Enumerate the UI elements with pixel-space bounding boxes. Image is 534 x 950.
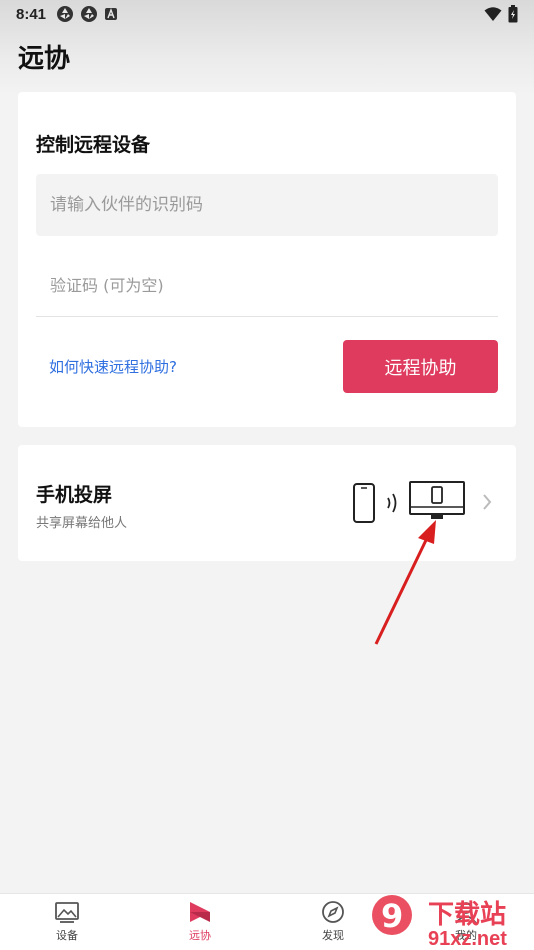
nav-item-remote[interactable]: 远协	[165, 900, 235, 943]
status-time: 8:41	[16, 5, 47, 23]
watermark-site: 91xz.net	[428, 928, 507, 950]
status-bar: 8:41	[0, 0, 534, 28]
battery-icon	[508, 5, 518, 23]
verification-code-input[interactable]	[36, 254, 498, 317]
remote-assist-button[interactable]: 远程协助	[343, 340, 498, 393]
compass-icon	[322, 901, 344, 923]
cast-title: 手机投屏	[36, 484, 113, 506]
chevron-right-icon	[483, 494, 492, 510]
aperture-icon	[81, 6, 98, 22]
remote-card-title: 控制远程设备	[36, 134, 151, 156]
nav-label: 发现	[322, 929, 344, 942]
nav-item-devices[interactable]: 设备	[32, 900, 102, 943]
nav-label: 远协	[189, 929, 211, 942]
nav-item-discover[interactable]: 发现	[298, 900, 368, 943]
aperture-icon	[57, 6, 74, 22]
a-notification-icon	[105, 8, 118, 20]
page-title: 远协	[18, 44, 71, 74]
help-link[interactable]: 如何快速远程协助?	[49, 356, 177, 377]
status-icons-right	[484, 5, 518, 23]
remote-flag-icon	[190, 902, 210, 922]
nav-label: 设备	[56, 929, 78, 942]
cast-subtitle: 共享屏幕给他人	[36, 516, 128, 531]
watermark-brand: 下载站	[428, 900, 506, 930]
status-icons-left	[56, 5, 118, 23]
watermark-logo: 9	[381, 897, 403, 935]
signal-waves-icon	[387, 493, 397, 513]
site-watermark: 9 下载站 91xz.net	[372, 895, 507, 950]
wifi-icon	[484, 7, 502, 21]
image-frame-icon	[55, 902, 79, 923]
annotation-arrow	[374, 520, 436, 645]
remote-control-card: 控制远程设备 如何快速远程协助? 远程协助	[18, 92, 516, 427]
partner-id-input[interactable]	[36, 174, 498, 236]
